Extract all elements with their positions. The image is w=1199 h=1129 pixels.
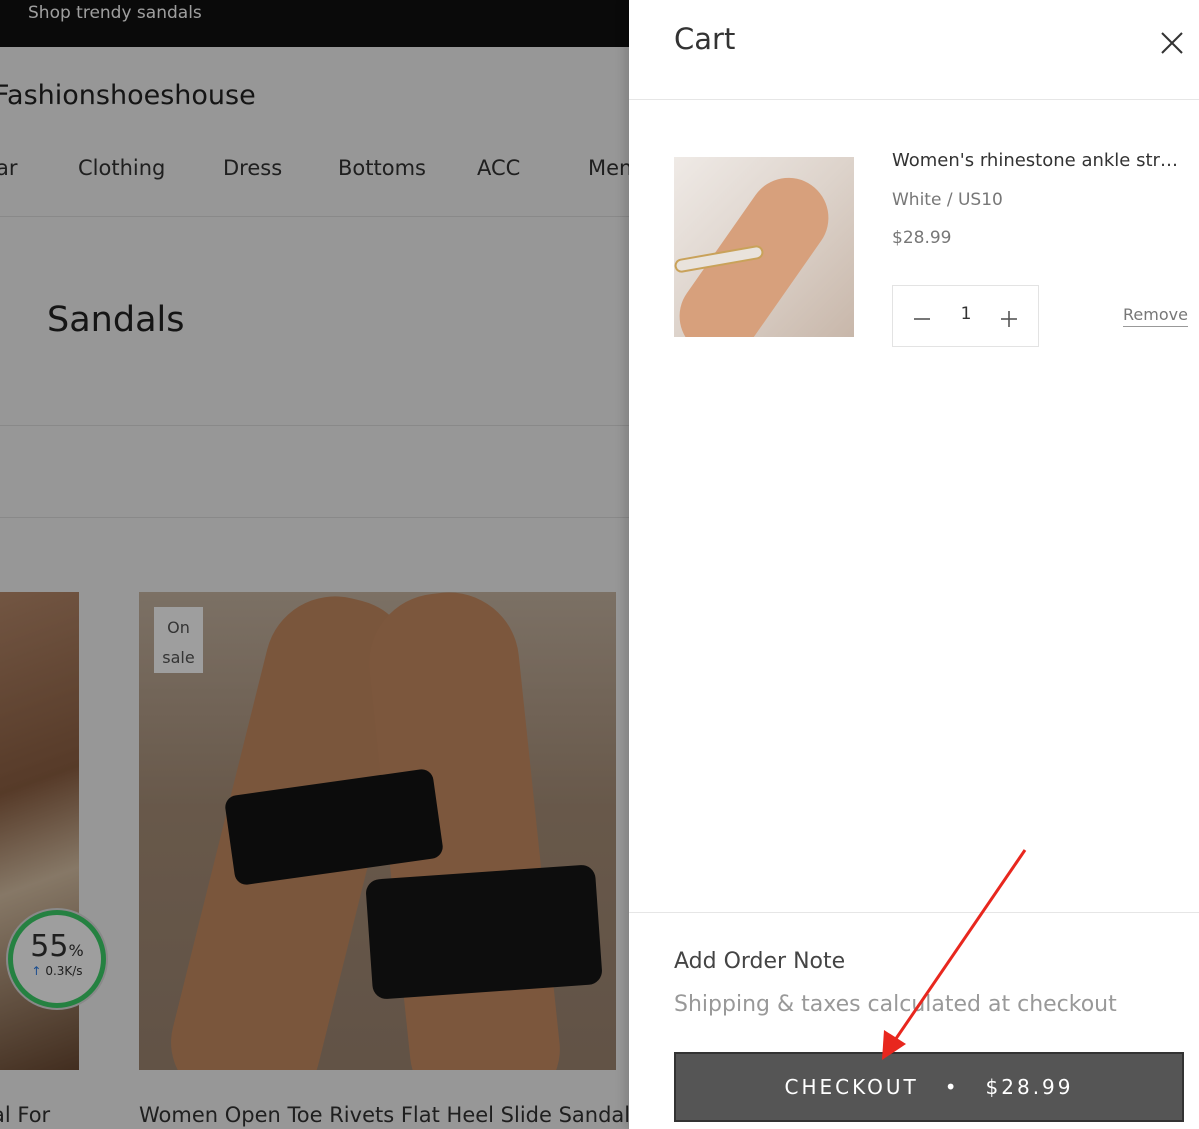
cart-header: Cart <box>629 0 1199 100</box>
quantity-increase-button[interactable] <box>994 302 1024 332</box>
close-button[interactable] <box>1157 28 1187 58</box>
remove-item-link[interactable]: Remove <box>1123 305 1188 327</box>
checkout-label: CHECKOUT <box>784 1075 919 1099</box>
quantity-value[interactable]: 1 <box>948 304 984 324</box>
shipping-note: Shipping & taxes calculated at checkout <box>674 992 1117 1017</box>
cart-drawer: Cart Women's rhinestone ankle strap... W… <box>629 0 1199 1129</box>
cart-footer: Add Order Note Shipping & taxes calculat… <box>629 912 1199 1129</box>
modal-overlay[interactable] <box>0 0 629 1129</box>
cart-item-variant: White / US10 <box>892 190 1003 210</box>
checkout-button[interactable]: CHECKOUT • $28.99 <box>674 1052 1184 1122</box>
cart-title: Cart <box>674 22 736 56</box>
cart-item-image[interactable] <box>674 157 854 337</box>
quantity-decrease-button[interactable] <box>907 302 937 332</box>
quantity-stepper: 1 <box>892 285 1039 347</box>
plus-icon <box>1001 311 1017 327</box>
checkout-total: $28.99 <box>985 1075 1074 1099</box>
add-order-note-link[interactable]: Add Order Note <box>674 949 845 974</box>
minus-icon <box>914 318 930 320</box>
cart-item-title[interactable]: Women's rhinestone ankle strap... <box>892 150 1187 171</box>
close-icon <box>1161 32 1183 54</box>
checkout-separator: • <box>944 1075 960 1099</box>
cart-item-price: $28.99 <box>892 228 952 248</box>
